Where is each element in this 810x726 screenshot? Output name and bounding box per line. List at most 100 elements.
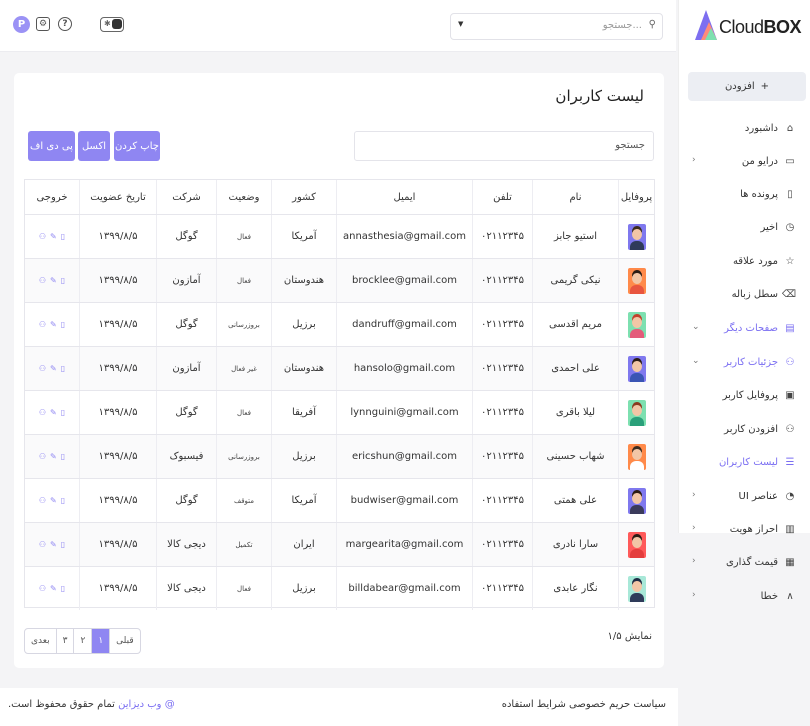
sidebar-item[interactable]: ☆ مورد علاقه [686,253,798,273]
edit-icon[interactable]: ✎ [50,584,57,593]
settings-gear-icon[interactable]: ⚙ [36,17,50,31]
page-link[interactable]: ۳ [57,629,75,653]
table-row[interactable]: استیو جابز ۰۲۱۱۲۳۴۵ annasthesia@gmail.com آ… [25,214,654,258]
dropdown-caret-icon[interactable]: ▼ [458,20,463,28]
user-icon[interactable]: ⚇ [39,232,46,241]
table-row[interactable]: نگار عابدی ۰۲۱۱۲۳۴۵ billdabear@gmail.com بر… [25,566,654,610]
sidebar-item[interactable]: ◷ اخیر [686,219,798,239]
column-header[interactable]: وضعیت [216,180,271,214]
footer-links[interactable]: سیاست حریم خصوصی شرایط استفاده [502,699,666,710]
avatar[interactable] [627,443,646,470]
user-icon[interactable]: ⚇ [39,364,46,373]
edit-icon[interactable]: ✎ [50,364,57,373]
edit-icon[interactable]: ✎ [50,452,57,461]
chevron-icon[interactable]: ⌄ [692,356,700,366]
top-search-input[interactable]: ▼ جستجو... ⚲ [450,13,663,40]
sidebar-item-label: صفحات دیگر [724,323,778,334]
logo[interactable]: CloudBOX [693,8,803,48]
page-link[interactable]: ۲ [74,629,93,653]
user-icon[interactable]: ⚇ [39,276,46,285]
sidebar-item[interactable]: ☰ لیست کاربران [686,454,798,474]
avatar[interactable] [627,575,646,602]
chevron-icon[interactable]: ⌄ [692,322,700,332]
edit-icon[interactable]: ✎ [50,232,57,241]
table-row[interactable]: لیلا باقری ۰۲۱۱۲۳۴۵ lynnguini@gmail.com آفر… [25,390,654,434]
avatar[interactable] [627,223,646,250]
table-row[interactable]: نیکی گریمی ۰۲۱۱۲۳۴۵ brocklee@gmail.com هندو… [25,258,654,302]
user-icon[interactable]: ⚇ [39,320,46,329]
sidebar-item[interactable]: ⚇ جزئیات کاربر ⌄ [686,354,798,374]
sidebar-item[interactable]: ⌫ سطل زباله [686,286,798,306]
chevron-icon[interactable]: ‹ [692,155,696,165]
delete-icon[interactable]: ▯ [61,320,65,329]
add-button[interactable]: افزودن + [688,72,806,101]
delete-icon[interactable]: ▯ [61,364,65,373]
edit-icon[interactable]: ✎ [50,540,57,549]
avatar[interactable] [627,399,646,426]
column-header[interactable]: خروجی [25,180,79,214]
column-header[interactable]: تلفن [472,180,532,214]
pdf-button[interactable]: پی دی اف [28,131,75,161]
chevron-icon[interactable]: ‹ [692,556,696,566]
delete-icon[interactable]: ▯ [61,276,65,285]
user-icon[interactable]: ⚇ [39,496,46,505]
column-header[interactable]: نام [532,180,618,214]
profile-cell [618,215,654,258]
delete-icon[interactable]: ▯ [61,540,65,549]
edit-icon[interactable]: ✎ [50,276,57,285]
table-row[interactable]: علی همتی ۰۲۱۱۲۳۴۵ budwiser@gmail.com آمریکا… [25,478,654,522]
sidebar-item[interactable]: ⌂ داشبورد [686,120,798,140]
edit-icon[interactable]: ✎ [50,496,57,505]
table-row[interactable]: شهاب حسینی ۰۲۱۱۲۳۴۵ ericshun@gmail.com برزی… [25,434,654,478]
table-row[interactable]: سارا نادری ۰۲۱۱۲۳۴۵ margearita@gmail.com ای… [25,522,654,566]
help-icon[interactable]: ? [58,17,72,31]
table-row[interactable]: علی احمدی ۰۲۱۱۲۳۴۵ hansolo@gmail.com هندوست… [25,346,654,390]
table-row[interactable]: مریم اقدسی ۰۲۱۱۲۳۴۵ dandruff@gmail.com برزی… [25,302,654,346]
sidebar-item[interactable]: ▦ قیمت گذاری ‹ [686,554,798,574]
delete-icon[interactable]: ▯ [61,232,65,241]
user-avatar[interactable]: P [13,16,30,33]
column-header[interactable]: ایمیل [336,180,472,214]
column-header[interactable]: تاریخ عضویت [79,180,156,214]
column-header[interactable]: شرکت [156,180,216,214]
edit-icon[interactable]: ✎ [50,320,57,329]
column-header[interactable]: پروفایل [618,180,654,214]
avatar[interactable] [627,531,646,558]
delete-icon[interactable]: ▯ [61,452,65,461]
delete-icon[interactable]: ▯ [61,496,65,505]
delete-icon[interactable]: ▯ [61,584,65,593]
sidebar-item[interactable]: ∧ خطا ‹ [686,588,798,608]
sidebar-item[interactable]: ▣ پروفایل کاربر [686,387,798,407]
sidebar-item[interactable]: ▥ احراز هویت ‹ [686,521,798,541]
theme-toggle[interactable]: ✱ [100,17,124,32]
chevron-icon[interactable]: ‹ [692,490,696,500]
avatar[interactable] [627,311,646,338]
avatar[interactable] [627,267,646,294]
column-header[interactable]: کشور [271,180,336,214]
sidebar-item[interactable]: ⚇ افزودن کاربر [686,421,798,441]
table-search-input[interactable]: جستجو [354,131,654,161]
user-icon[interactable]: ⚇ [39,408,46,417]
user-icon[interactable]: ⚇ [39,452,46,461]
page-link[interactable]: ۱ [92,629,111,653]
chevron-icon[interactable]: ‹ [692,590,696,600]
excel-button[interactable]: اکسل [78,131,110,161]
sidebar-item[interactable]: ▯ پرونده ها [686,186,798,206]
print-button[interactable]: چاپ کردن [114,131,160,161]
page-link[interactable]: قبلی [110,629,140,653]
avatar[interactable] [627,487,646,514]
search-icon: ⚲ [648,19,656,30]
edit-icon[interactable]: ✎ [50,408,57,417]
page-link[interactable]: بعدی [25,629,57,653]
sidebar-item[interactable]: ▭ درایو من ‹ [686,153,798,173]
sidebar-item[interactable]: ◔ عناصر UI ‹ [686,488,798,508]
company-cell: دیجی کالا [156,567,216,610]
delete-icon[interactable]: ▯ [61,408,65,417]
avatar[interactable] [627,355,646,382]
user-icon[interactable]: ⚇ [39,584,46,593]
chevron-icon[interactable]: ‹ [692,523,696,533]
sidebar-item[interactable]: ▤ صفحات دیگر ⌄ [686,320,798,340]
brand-link[interactable]: وب دیزاین [118,699,161,710]
user-icon[interactable]: ⚇ [39,540,46,549]
country-cell: هندوستان [271,259,336,302]
